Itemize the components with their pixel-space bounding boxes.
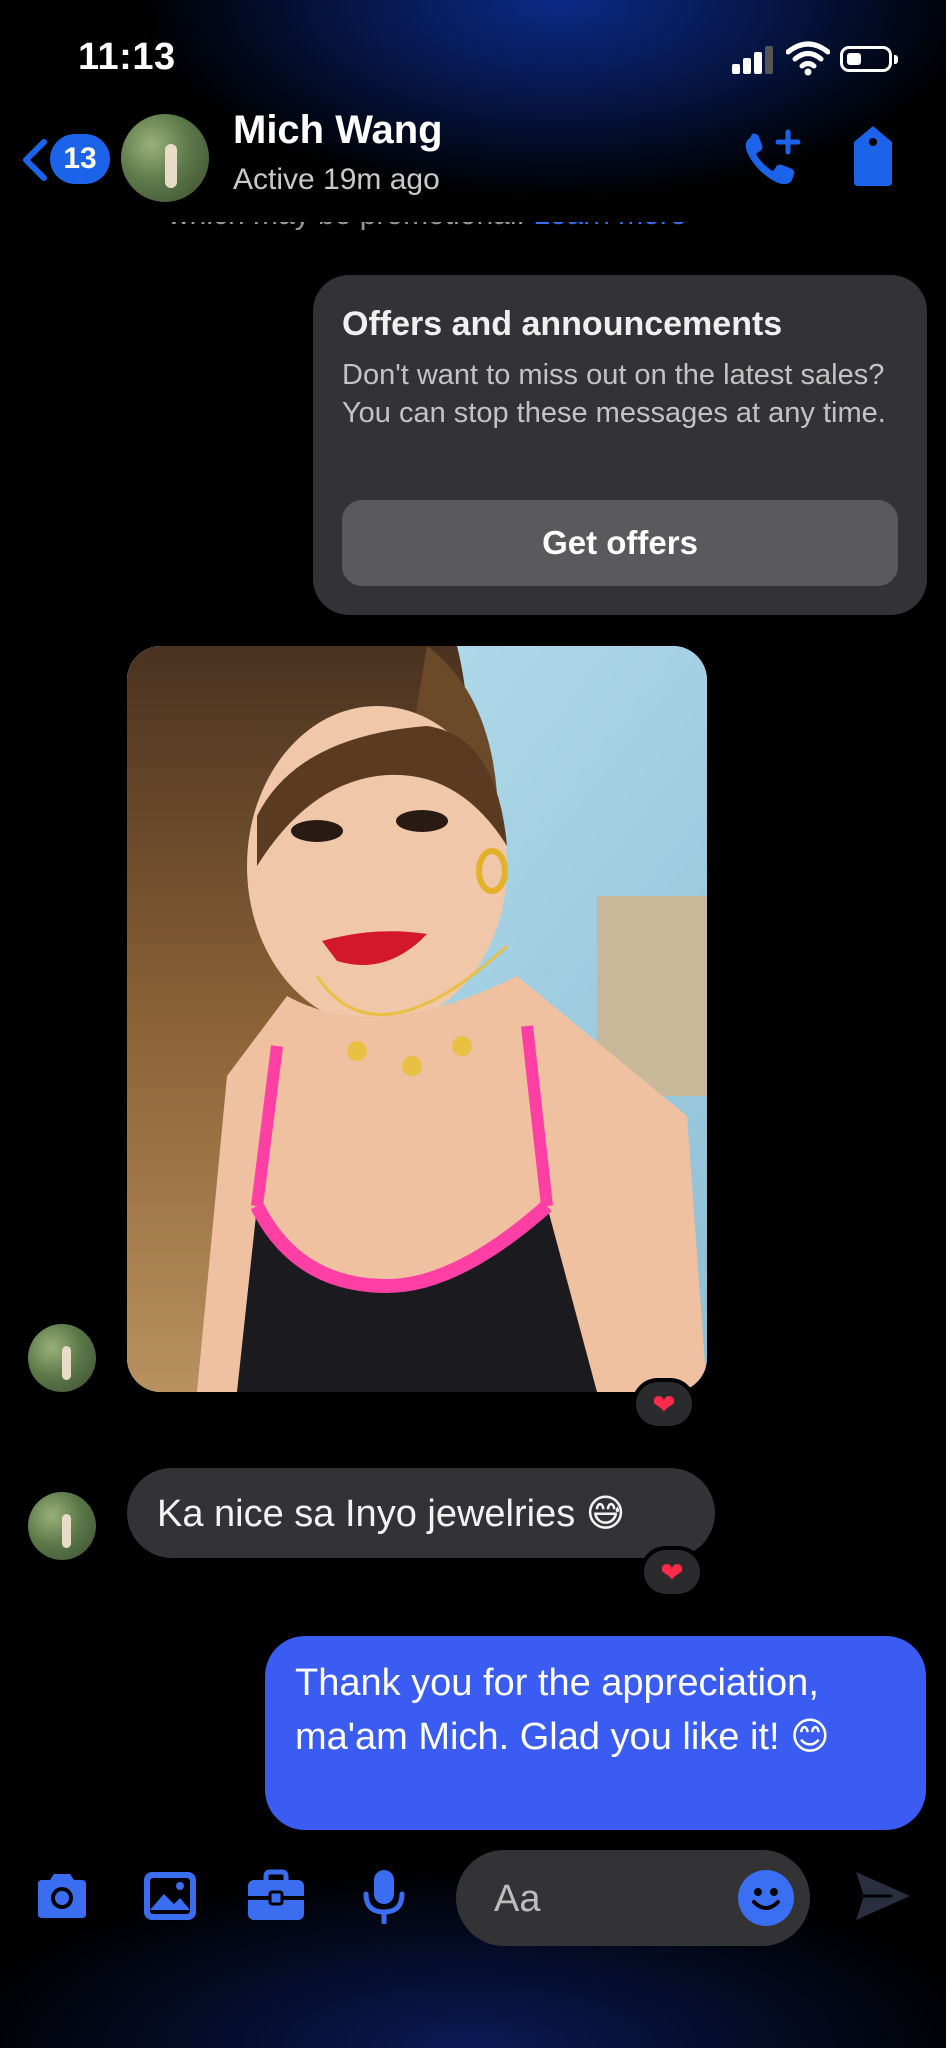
briefcase-icon[interactable]: [246, 1868, 306, 1924]
camera-icon[interactable]: [32, 1868, 92, 1924]
message-composer[interactable]: [456, 1850, 810, 1946]
cellular-signal-icon: [732, 44, 774, 74]
emoji-button[interactable]: [738, 1870, 794, 1926]
shop-bag-icon[interactable]: [848, 124, 898, 188]
unread-count-badge: 13: [50, 134, 110, 184]
offers-description: Don't want to miss out on the latest sal…: [342, 359, 886, 429]
contact-avatar[interactable]: [121, 114, 209, 202]
sender-avatar[interactable]: [28, 1492, 96, 1560]
heart-icon: ❤: [660, 1556, 684, 1588]
battery-icon: [840, 46, 898, 72]
message-input[interactable]: [492, 1868, 726, 1930]
contact-active-status: Active 19m ago: [233, 163, 440, 196]
gallery-icon[interactable]: [140, 1868, 200, 1924]
smiley-icon: [752, 1888, 780, 1910]
offers-card: Offers and announcements Don't want to m…: [313, 275, 927, 615]
sender-avatar[interactable]: [28, 1324, 96, 1392]
back-button[interactable]: 13: [20, 134, 112, 186]
microphone-icon[interactable]: [354, 1868, 414, 1924]
offers-title: Offers and announcements: [342, 305, 783, 343]
photo-message[interactable]: [127, 646, 707, 1392]
wifi-icon: [786, 41, 830, 76]
incoming-message[interactable]: Ka nice sa Inyo jewelries 😅: [127, 1468, 715, 1558]
chevron-left-icon: [23, 139, 47, 181]
contact-name[interactable]: Mich Wang: [233, 108, 443, 153]
add-call-icon[interactable]: [740, 128, 804, 188]
photo-image: [127, 646, 707, 1392]
send-icon[interactable]: [852, 1868, 914, 1924]
heart-icon: ❤: [652, 1388, 676, 1420]
status-time: 11:13: [78, 36, 176, 78]
get-offers-button[interactable]: Get offers: [342, 500, 898, 586]
outgoing-message[interactable]: Thank you for the appreciation, ma'am Mi…: [265, 1636, 926, 1830]
photo-reaction-heart[interactable]: ❤: [632, 1378, 696, 1430]
message-reaction-heart[interactable]: ❤: [640, 1546, 704, 1598]
